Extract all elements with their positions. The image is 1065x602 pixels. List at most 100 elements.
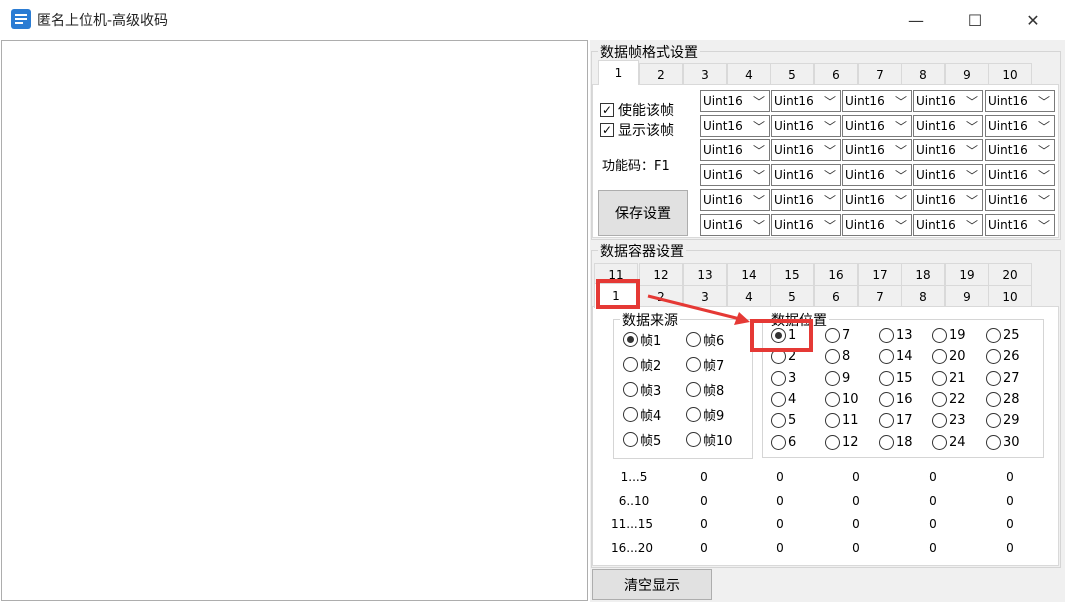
clear-display-button[interactable]: 清空显示 [592,569,712,600]
data-type-dropdown[interactable]: Uint16 ﹀ [700,139,770,161]
minimize-button[interactable]: — [893,0,939,40]
position-radio-3[interactable]: 3 [771,370,796,386]
data-type-dropdown[interactable]: Uint16 ﹀ [700,189,770,211]
tab-frame-3[interactable]: 3 [683,63,727,85]
data-type-dropdown[interactable]: Uint16 ﹀ [913,90,983,112]
tab-container-row2-5[interactable]: 5 [770,285,814,307]
tab-container-14[interactable]: 14 [727,263,771,285]
tab-frame-2[interactable]: 2 [639,63,683,85]
data-type-dropdown[interactable]: Uint16 ﹀ [913,115,983,137]
data-type-dropdown[interactable]: Uint16 ﹀ [985,115,1055,137]
position-radio-24[interactable]: 24 [932,434,966,450]
source-radio-8[interactable]: 帧8 [686,380,724,399]
close-button[interactable]: ✕ [1010,0,1056,40]
data-type-dropdown[interactable]: Uint16 ﹀ [771,90,841,112]
data-type-dropdown[interactable]: Uint16 ﹀ [771,189,841,211]
data-type-dropdown[interactable]: Uint16 ﹀ [700,90,770,112]
save-settings-button[interactable]: 保存设置 [598,190,688,236]
data-type-dropdown[interactable]: Uint16 ﹀ [913,189,983,211]
data-type-dropdown[interactable]: Uint16 ﹀ [771,214,841,236]
data-type-dropdown[interactable]: Uint16 ﹀ [985,139,1055,161]
tab-container-row2-7[interactable]: 7 [858,285,902,307]
position-radio-21[interactable]: 21 [932,370,966,386]
receive-display-area[interactable] [1,40,588,601]
position-radio-27[interactable]: 27 [986,370,1020,386]
tab-container-20[interactable]: 20 [988,263,1032,285]
tab-container-row2-8[interactable]: 8 [901,285,945,307]
data-type-dropdown[interactable]: Uint16 ﹀ [842,90,912,112]
tab-container-row2-9[interactable]: 9 [945,285,989,307]
position-radio-22[interactable]: 22 [932,391,966,407]
data-type-dropdown[interactable]: Uint16 ﹀ [985,164,1055,186]
data-type-dropdown[interactable]: Uint16 ﹀ [842,214,912,236]
tab-container-row2-6[interactable]: 6 [814,285,858,307]
source-radio-2[interactable]: 帧2 [623,355,661,374]
tab-frame-7[interactable]: 7 [858,63,902,85]
data-type-dropdown[interactable]: Uint16 ﹀ [842,164,912,186]
tab-container-18[interactable]: 18 [901,263,945,285]
tab-frame-4[interactable]: 4 [727,63,771,85]
position-radio-12[interactable]: 12 [825,434,859,450]
position-radio-28[interactable]: 28 [986,391,1020,407]
position-radio-8[interactable]: 8 [825,349,850,365]
position-radio-16[interactable]: 16 [879,391,913,407]
source-radio-6[interactable]: 帧6 [686,330,724,349]
tab-container-19[interactable]: 19 [945,263,989,285]
data-type-dropdown[interactable]: Uint16 ﹀ [985,90,1055,112]
position-radio-23[interactable]: 23 [932,413,966,429]
data-type-dropdown[interactable]: Uint16 ﹀ [842,115,912,137]
data-type-dropdown[interactable]: Uint16 ﹀ [700,115,770,137]
position-radio-9[interactable]: 9 [825,370,850,386]
position-radio-30[interactable]: 30 [986,434,1020,450]
position-radio-18[interactable]: 18 [879,434,913,450]
position-radio-4[interactable]: 4 [771,391,796,407]
source-radio-5[interactable]: 帧5 [623,430,661,449]
position-radio-14[interactable]: 14 [879,349,913,365]
data-type-dropdown[interactable]: Uint16 ﹀ [771,164,841,186]
data-type-dropdown[interactable]: Uint16 ﹀ [700,214,770,236]
data-type-dropdown[interactable]: Uint16 ﹀ [913,139,983,161]
position-radio-25[interactable]: 25 [986,328,1020,343]
position-radio-7[interactable]: 7 [825,328,850,343]
data-type-dropdown[interactable]: Uint16 ﹀ [842,189,912,211]
position-radio-20[interactable]: 20 [932,349,966,365]
position-radio-6[interactable]: 6 [771,434,796,450]
show-frame-checkbox[interactable]: ✓ 显示该帧 [600,120,674,140]
data-type-dropdown[interactable]: Uint16 ﹀ [842,139,912,161]
tab-frame-8[interactable]: 8 [901,63,945,85]
data-type-dropdown[interactable]: Uint16 ﹀ [985,214,1055,236]
position-radio-29[interactable]: 29 [986,413,1020,429]
data-type-dropdown[interactable]: Uint16 ﹀ [913,214,983,236]
position-radio-10[interactable]: 10 [825,391,859,407]
position-radio-15[interactable]: 15 [879,370,913,386]
tab-container-12[interactable]: 12 [639,263,683,285]
data-type-dropdown[interactable]: Uint16 ﹀ [771,139,841,161]
tab-container-13[interactable]: 13 [683,263,727,285]
source-radio-4[interactable]: 帧4 [623,405,661,424]
data-type-dropdown[interactable]: Uint16 ﹀ [700,164,770,186]
data-type-dropdown[interactable]: Uint16 ﹀ [985,189,1055,211]
maximize-button[interactable]: ☐ [952,0,998,40]
data-type-dropdown[interactable]: Uint16 ﹀ [913,164,983,186]
tab-container-16[interactable]: 16 [814,263,858,285]
position-radio-26[interactable]: 26 [986,349,1020,365]
source-radio-10[interactable]: 帧10 [686,430,733,449]
tab-frame-9[interactable]: 9 [945,63,989,85]
source-radio-3[interactable]: 帧3 [623,380,661,399]
source-radio-7[interactable]: 帧7 [686,355,724,374]
position-radio-11[interactable]: 11 [825,413,859,429]
enable-frame-checkbox[interactable]: ✓ 使能该帧 [600,100,674,120]
tab-frame-5[interactable]: 5 [770,63,814,85]
tab-frame-10[interactable]: 10 [988,63,1032,85]
position-radio-17[interactable]: 17 [879,413,913,429]
tab-frame-1[interactable]: 1 [598,60,639,85]
data-type-dropdown[interactable]: Uint16 ﹀ [771,115,841,137]
tab-container-row2-10[interactable]: 10 [988,285,1032,307]
source-radio-1[interactable]: 帧1 [623,330,661,349]
position-radio-19[interactable]: 19 [932,328,966,343]
position-radio-13[interactable]: 13 [879,328,913,343]
source-radio-9[interactable]: 帧9 [686,405,724,424]
tab-container-15[interactable]: 15 [770,263,814,285]
tab-frame-6[interactable]: 6 [814,63,858,85]
tab-container-17[interactable]: 17 [858,263,902,285]
